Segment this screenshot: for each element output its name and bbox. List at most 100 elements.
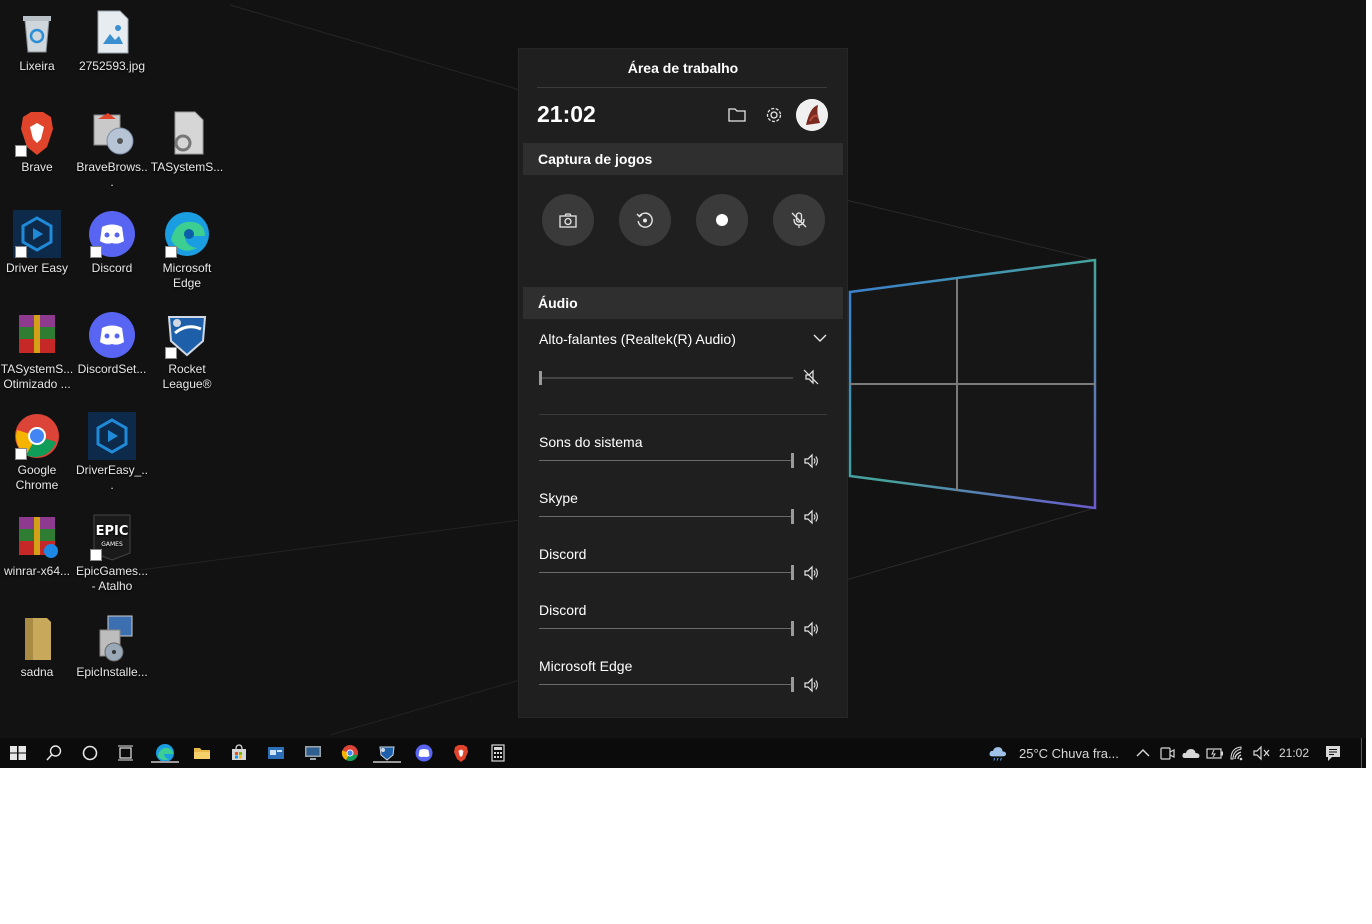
volume-thumb[interactable] (791, 453, 794, 468)
replay-icon (636, 212, 653, 228)
desktop-icon-discord[interactable]: Discord (75, 210, 149, 276)
start-button[interactable] (8, 743, 28, 763)
volume-thumb[interactable] (791, 565, 794, 580)
speaker-muted-icon (1253, 745, 1270, 761)
desktop-screen: Lixeira 2752593.jpg Brave BraveBrows... … (0, 0, 1366, 768)
audio-heading: Áudio (523, 287, 843, 319)
taskbar-brave[interactable] (451, 743, 471, 763)
speaker-icon[interactable] (803, 453, 819, 469)
app-name: Sons do sistema (539, 434, 643, 450)
taskbar-chrome[interactable] (340, 743, 360, 763)
mic-button[interactable] (773, 194, 825, 246)
title-divider (537, 87, 827, 88)
action-center-button[interactable] (1323, 743, 1343, 763)
desktop-icon-epic-installer[interactable]: EpicInstalle... (75, 614, 149, 680)
record-last-button[interactable] (619, 194, 671, 246)
volume-track[interactable] (539, 684, 793, 685)
winrar-icon (19, 517, 58, 558)
speaker-muted-icon[interactable] (803, 369, 819, 385)
folder-icon[interactable] (727, 106, 747, 124)
desktop-icon-discord-setup[interactable]: DiscordSet... (75, 311, 149, 377)
taskbar-store[interactable] (229, 743, 249, 763)
rain-cloud-icon (989, 747, 1006, 761)
desktop-icon-image[interactable]: 2752593.jpg (75, 8, 149, 74)
show-hidden-icons-button[interactable] (1133, 743, 1153, 763)
taskbar-monitor-app[interactable] (303, 743, 323, 763)
discord-icon (89, 312, 135, 358)
desktop-icon-google-chrome[interactable]: Google Chrome (0, 412, 74, 493)
active-indicator (373, 761, 401, 763)
app-name: Skype (539, 490, 578, 506)
chevron-down-icon[interactable] (813, 332, 827, 344)
search-button[interactable] (44, 743, 64, 763)
avatar[interactable] (796, 99, 828, 131)
avatar-image-icon (796, 99, 828, 131)
record-button[interactable] (696, 194, 748, 246)
winrar-icon (19, 315, 55, 353)
gamebar-title: Área de trabalho (627, 60, 739, 76)
taskbar-discord[interactable] (414, 743, 434, 763)
volume-thumb[interactable] (791, 621, 794, 636)
desktop-icon-tasystem-otimizado[interactable]: TASystemS... Otimizado ... (0, 311, 74, 392)
audio-device-dropdown[interactable]: Alto-falantes (Realtek(R) Audio) (539, 331, 736, 347)
active-indicator (151, 761, 179, 763)
desktop-icon-brave[interactable]: Brave (0, 109, 74, 175)
desktop-icon-winrar[interactable]: winrar-x64... (0, 513, 74, 579)
gear-icon[interactable] (764, 105, 784, 125)
tray-wifi[interactable] (1229, 743, 1249, 763)
gamebar-clock: 21:02 (537, 101, 596, 127)
audio-divider (539, 414, 827, 415)
svg-text:EPIC: EPIC (96, 524, 129, 539)
tray-onedrive[interactable] (1181, 743, 1201, 763)
taskbar-rocket-league[interactable] (373, 743, 401, 763)
volume-track[interactable] (539, 460, 793, 461)
speaker-icon[interactable] (803, 509, 819, 525)
weather-widget[interactable] (988, 743, 1012, 763)
cortana-icon (82, 745, 98, 761)
speaker-icon[interactable] (803, 565, 819, 581)
volume-thumb[interactable] (791, 677, 794, 692)
taskbar-edge[interactable] (151, 743, 179, 763)
tray-meet-now[interactable] (1157, 743, 1177, 763)
rocket-league-icon (379, 746, 395, 761)
screenshot-button[interactable] (542, 194, 594, 246)
volume-thumb[interactable] (791, 509, 794, 524)
installer-icon (93, 113, 134, 155)
show-desktop-button[interactable] (1361, 738, 1362, 768)
task-view-button[interactable] (116, 743, 136, 763)
image-file-icon (97, 10, 129, 54)
speaker-icon[interactable] (803, 621, 819, 637)
gamebar-panel: Área de trabalho 21:02 Captura de jogos … (519, 49, 847, 717)
desktop-icon-driver-easy[interactable]: Driver Easy (0, 210, 74, 276)
taskbar-file-explorer[interactable] (192, 743, 212, 763)
edge-icon (156, 744, 174, 762)
speaker-icon[interactable] (803, 677, 819, 693)
tray-volume[interactable] (1252, 743, 1272, 763)
desktop-icon-lixeira[interactable]: Lixeira (0, 8, 74, 74)
desktop-icon-rocket-league[interactable]: Rocket League® (150, 311, 224, 392)
taskbar-control-panel[interactable] (266, 743, 286, 763)
volume-track[interactable] (539, 516, 793, 517)
cortana-button[interactable] (80, 743, 100, 763)
weather-text[interactable]: 25°C Chuva fra... (1019, 746, 1119, 761)
desktop-icon-epic-games[interactable]: EPIC GAMES EpicGames... - Atalho (75, 513, 149, 594)
device-volume-slider[interactable] (539, 371, 795, 385)
taskbar-clock[interactable]: 21:02 (1279, 746, 1309, 760)
wifi-icon (1230, 746, 1243, 761)
window-app-icon (268, 747, 284, 759)
video-camera-icon (1160, 747, 1175, 760)
desktop-icon-bravebrowser-setup[interactable]: BraveBrows... (75, 109, 149, 190)
app-volume-row: Sons do sistema (539, 434, 829, 478)
volume-track[interactable] (539, 628, 793, 629)
tray-battery[interactable] (1205, 743, 1225, 763)
volume-track[interactable] (539, 572, 793, 573)
record-dot-icon (716, 214, 728, 226)
desktop-icon-sadna[interactable]: sadna (0, 614, 74, 680)
desktop-icon-tasystem[interactable]: TASystemS... (150, 109, 224, 175)
camera-icon (559, 213, 577, 228)
desktop-icon-microsoft-edge[interactable]: Microsoft Edge (150, 210, 224, 291)
folder-icon (194, 748, 210, 759)
desktop-icon-drivereasy-setup[interactable]: DriverEasy_... (75, 412, 149, 493)
monitor-icon (305, 746, 321, 760)
taskbar-calculator[interactable] (488, 743, 508, 763)
